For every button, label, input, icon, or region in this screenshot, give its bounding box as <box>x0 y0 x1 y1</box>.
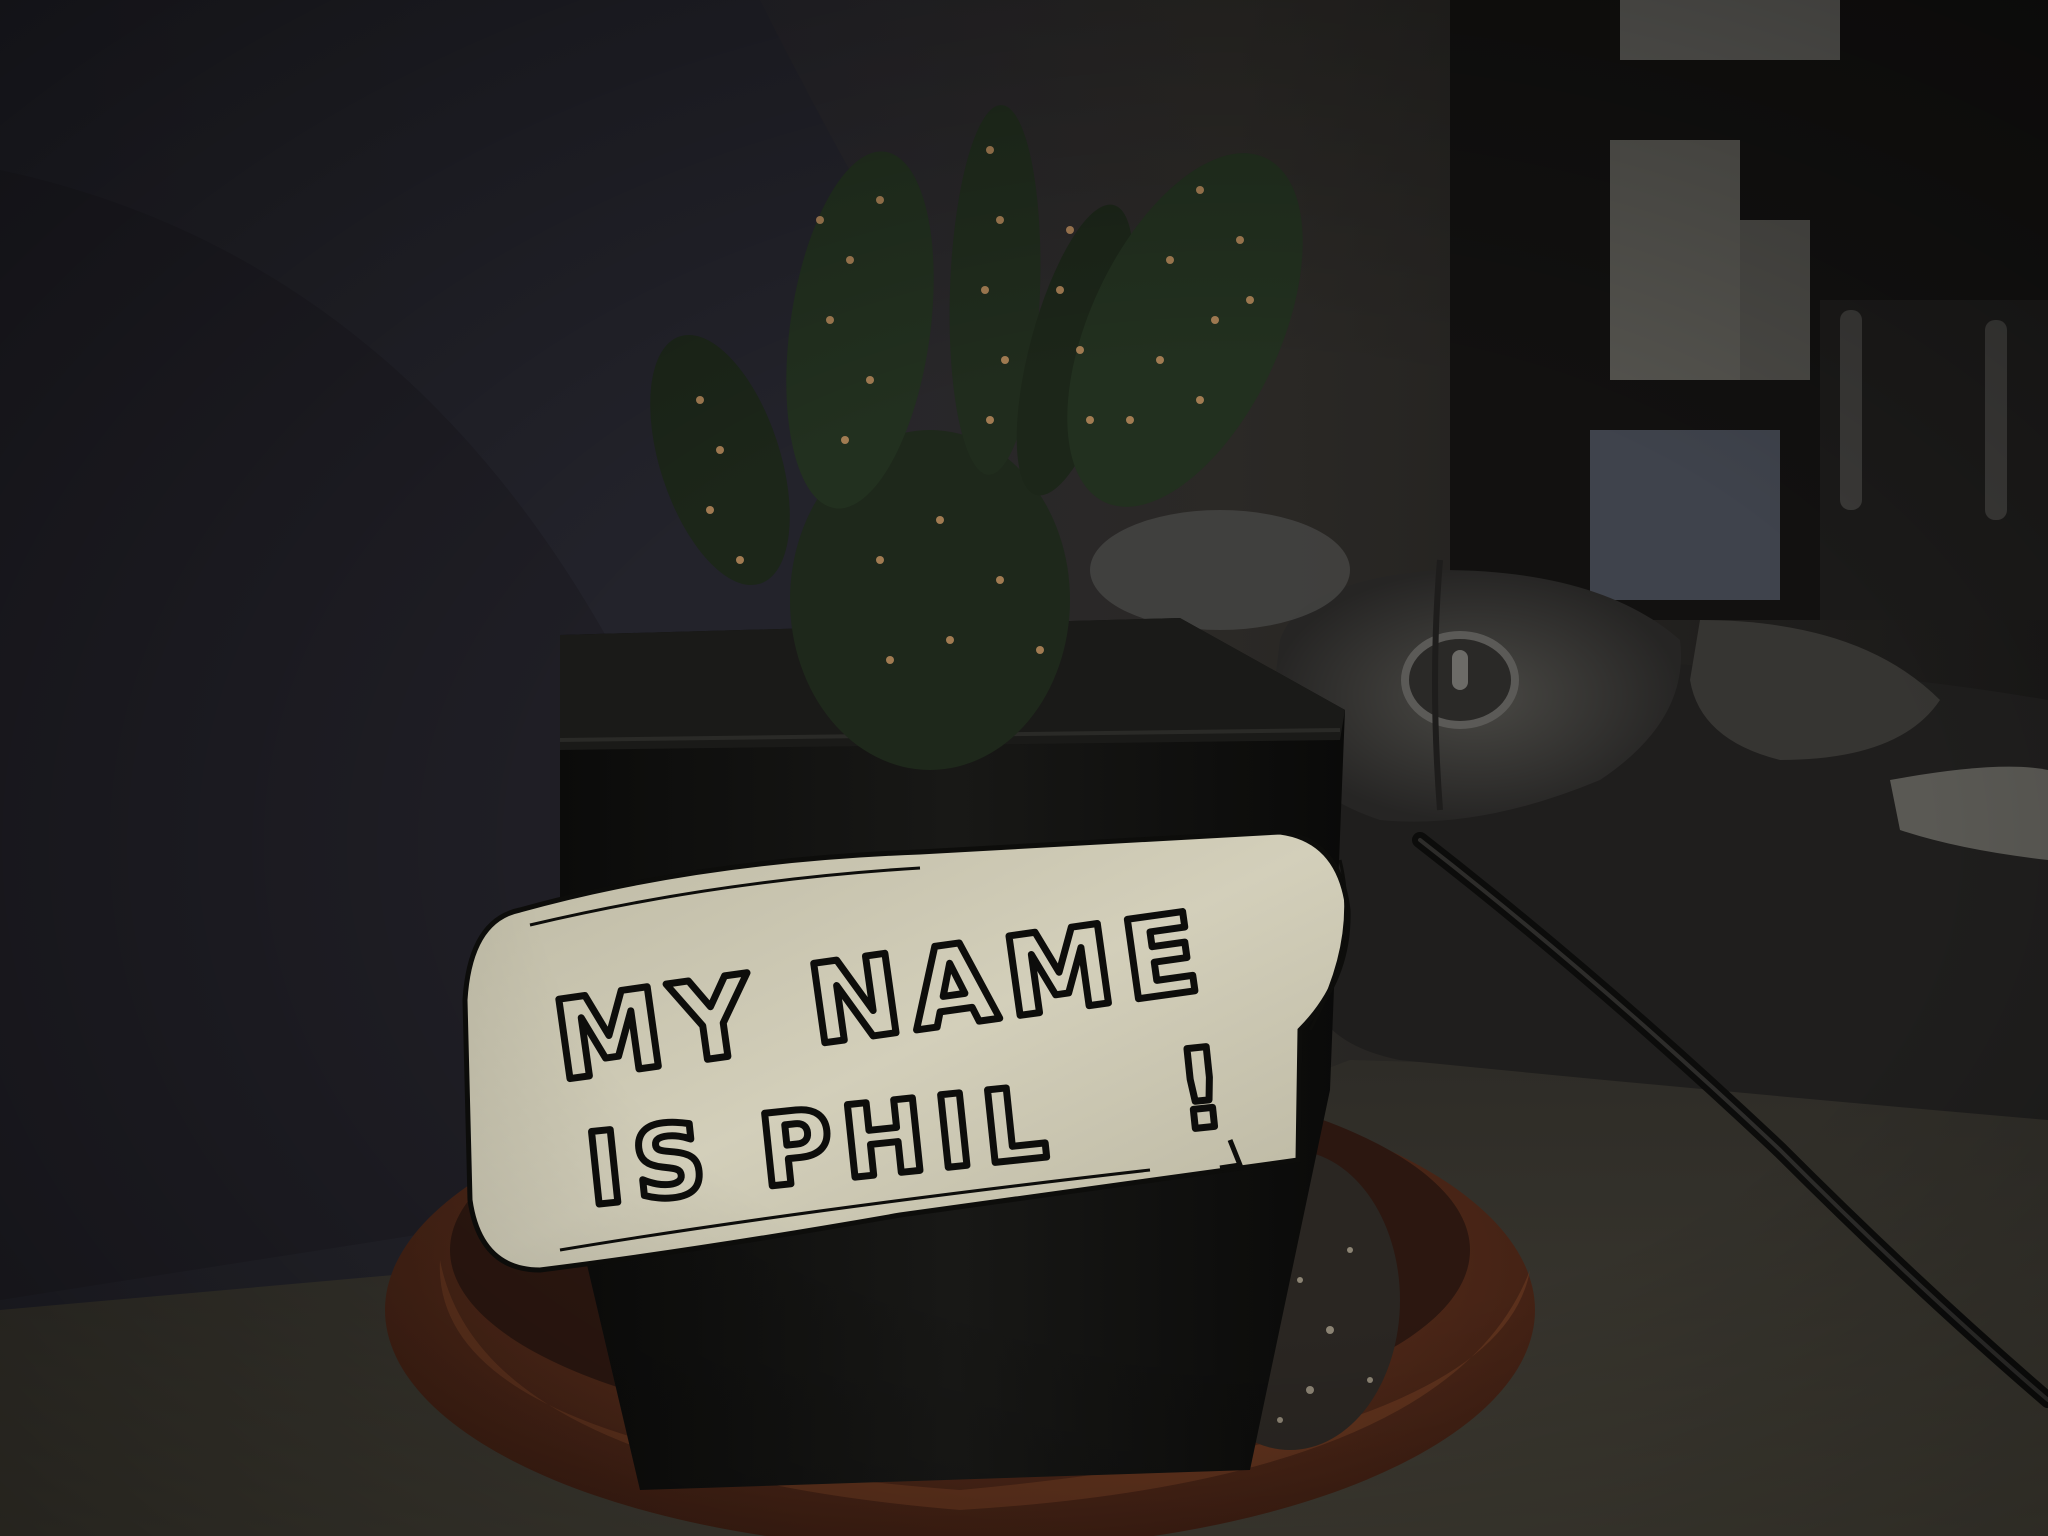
shelf-item <box>1610 140 1740 380</box>
photo-illustration: MY NAME IS PHIL ! <box>0 0 2048 1536</box>
shelf-item <box>1840 310 1862 510</box>
shelf-item <box>1590 430 1780 600</box>
photo-scene: MY NAME IS PHIL ! <box>0 0 2048 1536</box>
shelf-item <box>1985 320 2007 520</box>
shelf-item <box>1740 220 1810 380</box>
shelf-item <box>1620 0 1840 60</box>
background-light <box>1090 510 1350 630</box>
